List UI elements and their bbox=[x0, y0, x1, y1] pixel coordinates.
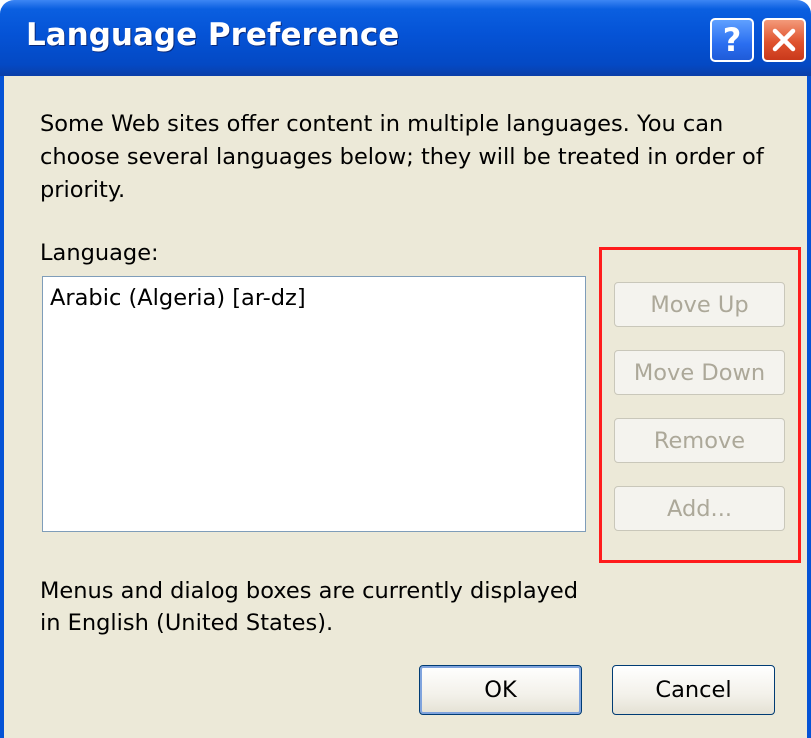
cancel-button[interactable]: Cancel bbox=[612, 665, 775, 715]
help-icon: ? bbox=[722, 21, 742, 59]
close-icon bbox=[772, 28, 796, 52]
add-button[interactable]: Add... bbox=[614, 486, 785, 531]
language-listbox[interactable]: Arabic (Algeria) [ar-dz] bbox=[42, 276, 586, 532]
window-title: Language Preference bbox=[26, 17, 400, 53]
display-note-line2: in English (United States). bbox=[40, 610, 334, 636]
close-button[interactable] bbox=[762, 18, 806, 62]
move-up-button[interactable]: Move Up bbox=[614, 282, 785, 327]
language-preference-dialog: Language Preference ? Some Web sites off… bbox=[0, 0, 811, 738]
move-down-button[interactable]: Move Down bbox=[614, 350, 785, 395]
title-bar[interactable]: Language Preference ? bbox=[0, 0, 811, 76]
ok-button[interactable]: OK bbox=[419, 665, 582, 715]
description-text: Some Web sites offer content in multiple… bbox=[40, 111, 764, 203]
display-language-note: Menus and dialog boxes are currently dis… bbox=[40, 575, 578, 639]
help-button[interactable]: ? bbox=[710, 18, 754, 62]
remove-button[interactable]: Remove bbox=[614, 418, 785, 463]
language-label: Language: bbox=[40, 240, 159, 266]
list-item[interactable]: Arabic (Algeria) [ar-dz] bbox=[50, 285, 306, 311]
display-note-line1: Menus and dialog boxes are currently dis… bbox=[40, 578, 579, 604]
